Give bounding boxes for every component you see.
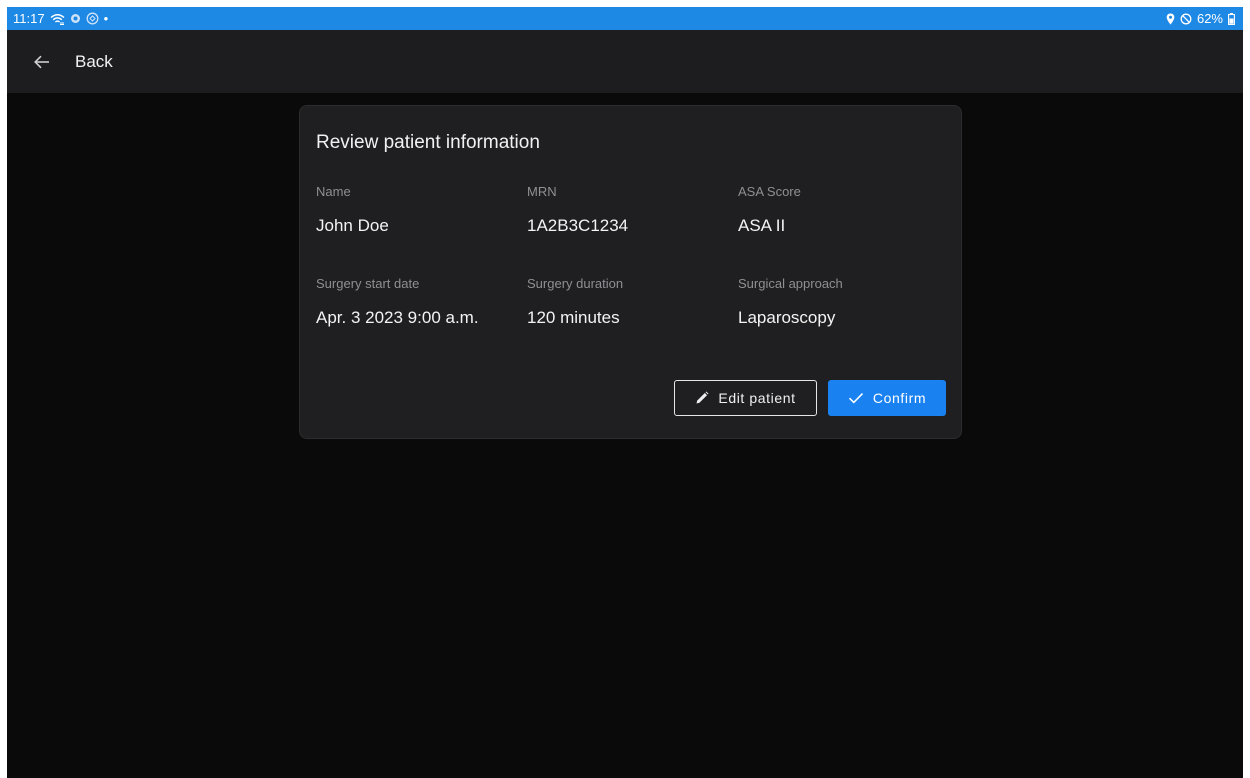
- edit-patient-label: Edit patient: [718, 390, 796, 406]
- status-time: 11:17: [13, 11, 45, 26]
- status-dot: •: [103, 11, 109, 26]
- surgery-start-date-value: Apr. 3 2023 9:00 a.m.: [316, 308, 479, 327]
- surgical-approach-label: Surgical approach: [738, 276, 843, 291]
- wifi-icon: [50, 13, 65, 25]
- status-left: 11:17 •: [13, 11, 108, 26]
- name-value: John Doe: [316, 216, 389, 235]
- card-title: Review patient information: [316, 132, 540, 153]
- back-button[interactable]: Back: [7, 30, 113, 93]
- do-not-disturb-icon: [1180, 13, 1192, 25]
- asa-score-label: ASA Score: [738, 184, 801, 199]
- surgery-duration-value: 120 minutes: [527, 308, 620, 327]
- surgical-approach-value: Laparoscopy: [738, 308, 836, 327]
- app-bar: Back: [7, 30, 1243, 93]
- patient-review-card: Review patient information Name John Doe…: [299, 105, 962, 439]
- checkmark-icon: [848, 392, 864, 404]
- battery-percent: 62%: [1196, 11, 1223, 26]
- status-bar: 11:17 • 62%: [7, 7, 1243, 30]
- edit-patient-button[interactable]: Edit patient: [674, 380, 817, 416]
- device-screen: 11:17 • 62% Back Review patient informat…: [7, 7, 1243, 778]
- location-pin-icon: [1166, 13, 1175, 25]
- status-right: 62%: [1166, 11, 1235, 26]
- asa-score-value: ASA II: [738, 216, 786, 235]
- name-label: Name: [316, 184, 351, 199]
- circle-notification-icon: [70, 13, 81, 24]
- surgery-start-date-field: Surgery start date Apr. 3 2023 9:00 a.m.: [316, 276, 479, 328]
- name-field: Name John Doe: [316, 184, 389, 236]
- battery-icon: [1228, 12, 1235, 25]
- back-label: Back: [75, 51, 113, 71]
- surgery-duration-field: Surgery duration 120 minutes: [527, 276, 623, 328]
- surgical-approach-field: Surgical approach Laparoscopy: [738, 276, 843, 328]
- mrn-value: 1A2B3C1234: [527, 216, 629, 235]
- surgery-duration-label: Surgery duration: [527, 276, 624, 291]
- surgery-start-date-label: Surgery start date: [316, 276, 420, 291]
- sync-notification-icon: [86, 12, 99, 25]
- arrow-left-icon: [33, 53, 51, 71]
- asa-score-field: ASA Score ASA II: [738, 184, 801, 236]
- pencil-icon: [695, 391, 709, 405]
- confirm-label: Confirm: [872, 390, 927, 406]
- mrn-label: MRN: [527, 184, 557, 199]
- mrn-field: MRN 1A2B3C1234: [527, 184, 628, 236]
- confirm-button[interactable]: Confirm: [828, 380, 946, 416]
